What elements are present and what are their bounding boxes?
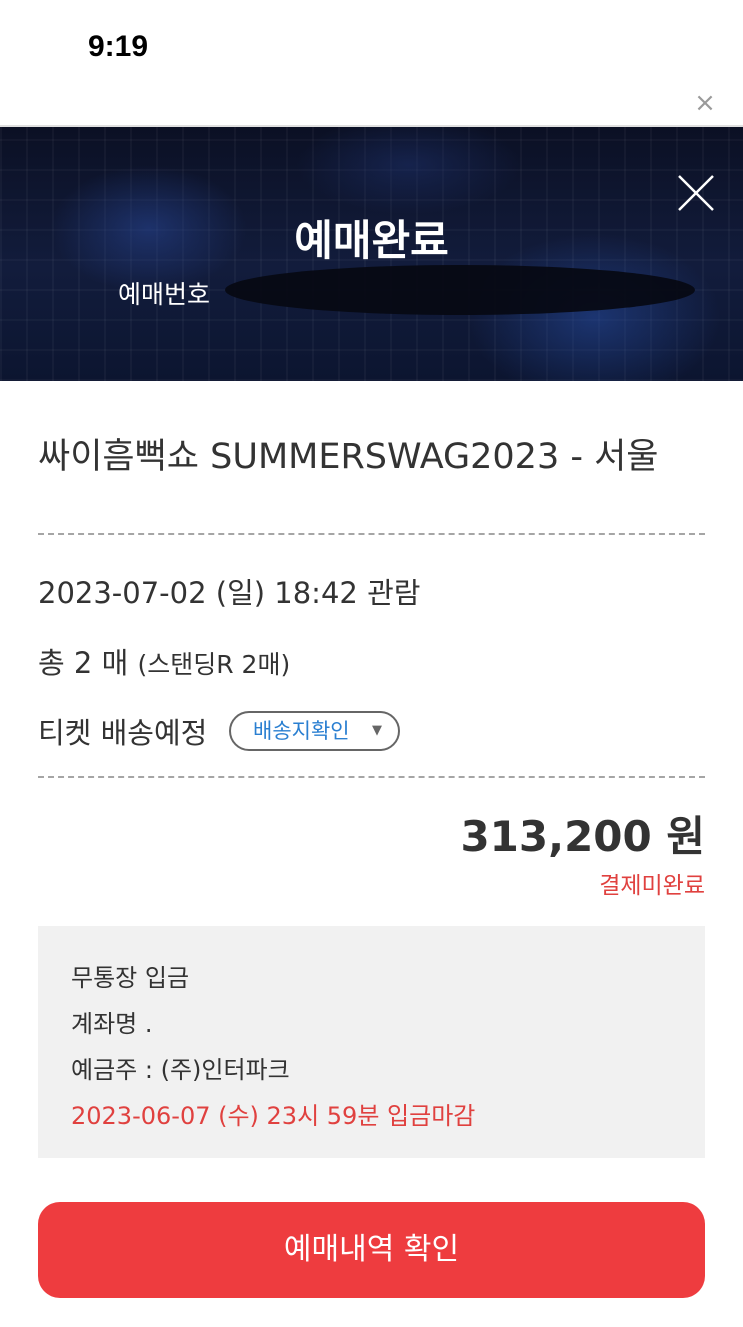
caret-down-icon: ▼ xyxy=(372,723,382,738)
header-banner: 예매완료 예매번호 xyxy=(0,127,743,381)
shipping-address-button[interactable]: 배송지확인 ▼ xyxy=(229,711,400,751)
payment-amount: 313,200 원 xyxy=(460,812,705,861)
payment-status: 결제미완료 xyxy=(599,873,705,899)
ticket-count-total: 총 2 매 xyxy=(38,646,129,680)
close-icon[interactable]: × xyxy=(692,90,718,116)
page-title: 예매완료 xyxy=(294,216,449,265)
event-title: 싸이흠뻑쇼 SUMMERSWAG2023 - 서울 xyxy=(38,437,659,477)
deposit-holder: 예금주 : (주)인터파크 xyxy=(71,1056,290,1084)
deposit-account: 계좌명 . xyxy=(71,1010,153,1038)
ticket-count: 총 2 매 (스탠딩R 2매) xyxy=(38,640,290,682)
deposit-deadline: 2023-06-07 (수) 23시 59분 입금마감 xyxy=(71,1102,476,1130)
deposit-method: 무통장 입금 xyxy=(71,964,190,992)
redacted-booking-number xyxy=(225,265,695,315)
dashed-divider xyxy=(38,776,705,778)
booking-complete-page: 9:19 × 예매완료 예매번호 싸이흠뻑쇼 SUMMERSWAG2023 - … xyxy=(0,0,743,1327)
booking-number-label: 예매번호 xyxy=(118,280,211,309)
dashed-divider xyxy=(38,533,705,535)
ticket-count-detail: (스탠딩R 2매) xyxy=(137,650,291,679)
confirm-booking-button[interactable]: 예매내역 확인 xyxy=(38,1202,705,1298)
shipping-label: 티켓 배송예정 xyxy=(38,716,208,750)
deposit-info-box: 무통장 입금 계좌명 . 예금주 : (주)인터파크 2023-06-07 (수… xyxy=(38,926,705,1158)
event-date-time: 2023-07-02 (일) 18:42 관람 xyxy=(38,576,421,610)
shipping-button-label: 배송지확인 xyxy=(253,719,350,743)
status-bar-time: 9:19 xyxy=(88,30,149,63)
close-icon[interactable] xyxy=(676,173,716,213)
